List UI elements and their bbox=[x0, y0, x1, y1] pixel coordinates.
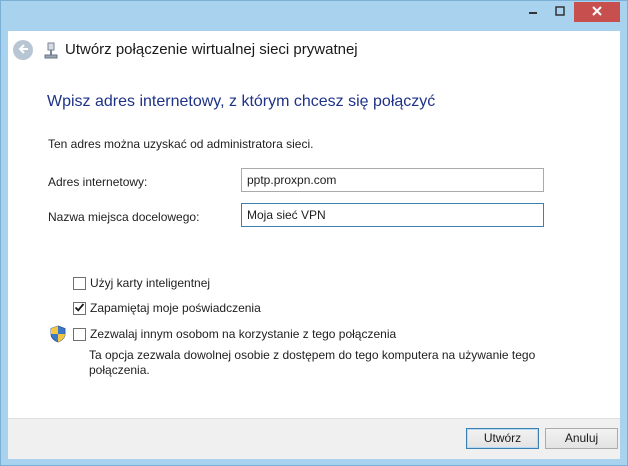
close-button[interactable] bbox=[574, 2, 620, 22]
allow-others-label: Zezwalaj innym osobom na korzystanie z t… bbox=[90, 327, 397, 341]
remember-credentials-checkbox[interactable] bbox=[73, 302, 86, 315]
address-label: Adres internetowy: bbox=[48, 175, 148, 189]
allow-others-checkbox[interactable] bbox=[73, 328, 86, 341]
info-text: Ten adres można uzyskać od administrator… bbox=[48, 137, 314, 151]
maximize-button[interactable] bbox=[547, 2, 573, 22]
minimize-button[interactable] bbox=[520, 2, 546, 22]
wizard-content: Wpisz adres internetowy, z którym chcesz… bbox=[8, 71, 620, 418]
maximize-icon bbox=[555, 5, 565, 19]
window-title: Utwórz połączenie wirtualnej sieci prywa… bbox=[65, 41, 358, 58]
title-bar bbox=[1, 1, 627, 31]
network-icon bbox=[44, 42, 58, 63]
cancel-button[interactable]: Anuluj bbox=[545, 428, 618, 449]
minimize-icon bbox=[528, 5, 538, 19]
page-instruction: Wpisz adres internetowy, z którym chcesz… bbox=[47, 93, 436, 110]
wizard-header: Utwórz połączenie wirtualnej sieci prywa… bbox=[8, 31, 620, 71]
back-button[interactable] bbox=[13, 40, 33, 60]
create-button[interactable]: Utwórz bbox=[466, 428, 539, 449]
vpn-wizard-window: Utwórz połączenie wirtualnej sieci prywa… bbox=[0, 0, 628, 466]
destination-label: Nazwa miejsca docelowego: bbox=[48, 210, 200, 224]
destination-input[interactable]: Moja sieć VPN bbox=[241, 203, 544, 227]
checkmark-icon bbox=[74, 302, 85, 316]
back-arrow-icon bbox=[17, 43, 29, 58]
wizard-footer: Utwórz Anuluj bbox=[8, 418, 620, 459]
close-icon bbox=[592, 5, 602, 19]
address-input[interactable]: pptp.proxpn.com bbox=[241, 168, 544, 192]
allow-others-note: Ta opcja zezwala dowolnej osobie z dostę… bbox=[89, 348, 536, 377]
uac-shield-icon bbox=[50, 325, 66, 346]
smart-card-checkbox[interactable] bbox=[73, 277, 86, 290]
smart-card-label: Użyj karty inteligentnej bbox=[90, 276, 211, 290]
remember-credentials-label: Zapamiętaj moje poświadczenia bbox=[90, 301, 261, 315]
